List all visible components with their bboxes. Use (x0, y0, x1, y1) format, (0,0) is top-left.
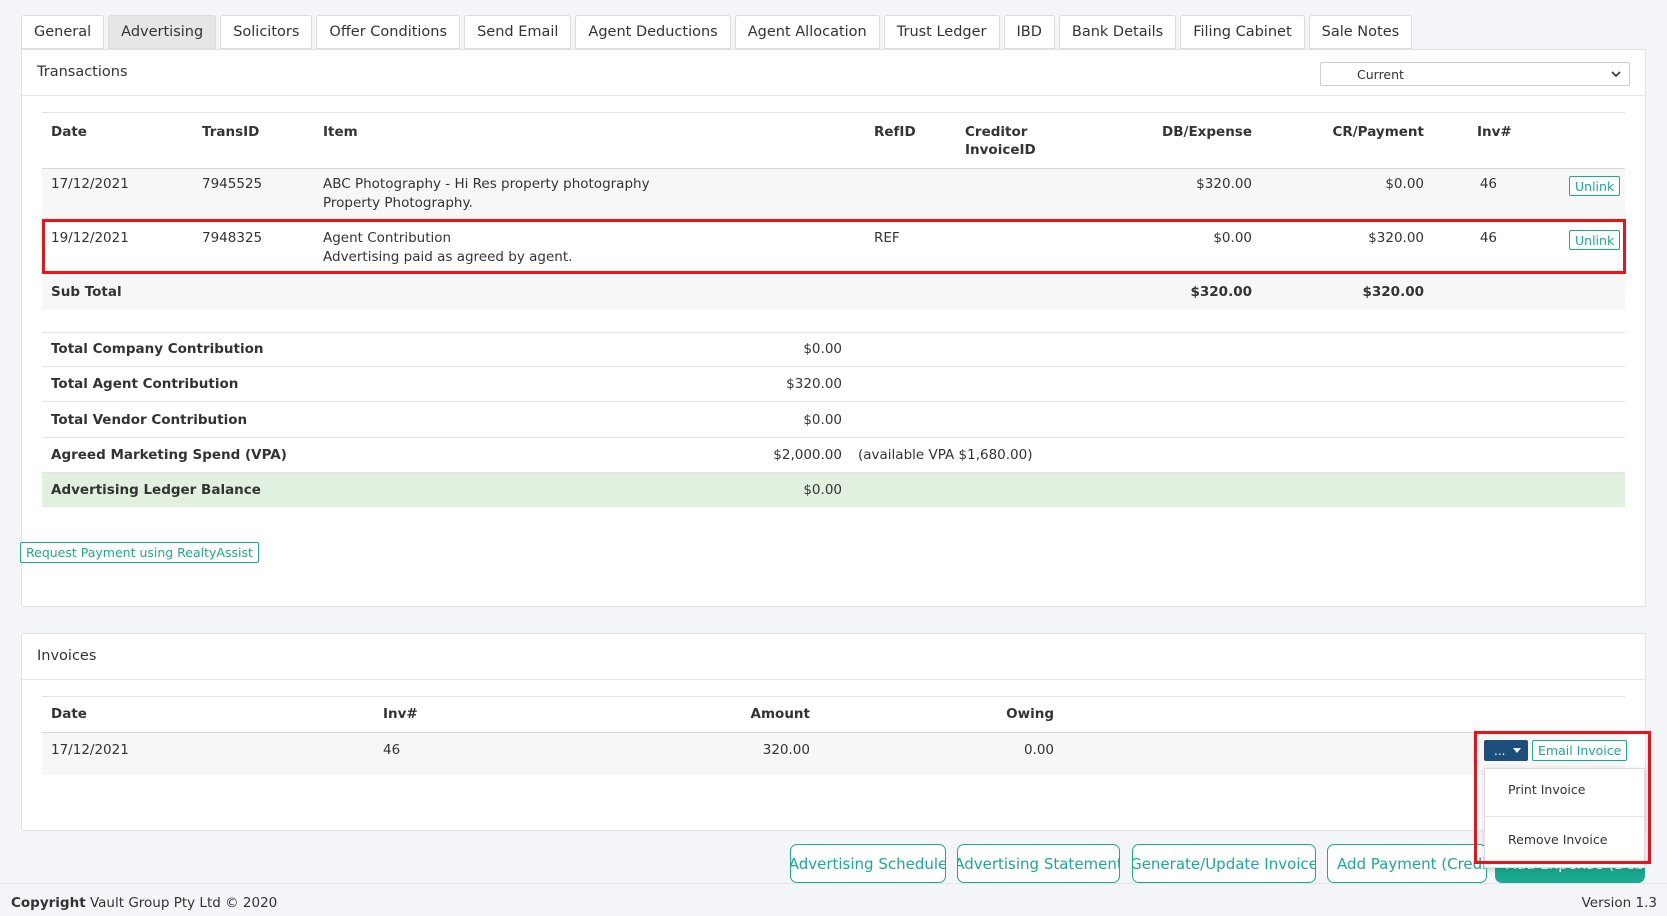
row-transid: 7945525 (202, 176, 263, 192)
tab-trust-ledger[interactable]: Trust Ledger (883, 15, 1000, 49)
summary-label: Total Vendor Contribution (51, 412, 248, 428)
summary-value: $320.00 (786, 376, 842, 392)
tab-sale-notes[interactable]: Sale Notes (1308, 15, 1413, 49)
generate-update-invoice-button[interactable]: Generate/Update Invoice (1132, 844, 1316, 883)
row-inv: 46 (1479, 176, 1497, 192)
tab-filing-cabinet[interactable]: Filing Cabinet (1180, 15, 1305, 49)
summary-label: Total Company Contribution (51, 341, 264, 357)
tab-bank-details[interactable]: Bank Details (1058, 15, 1177, 49)
invoice-amount: 320.00 (762, 742, 810, 758)
transaction-filter-select[interactable]: Current (1320, 62, 1630, 86)
invoices-title: Invoices (37, 648, 97, 664)
advertising-schedule-button[interactable]: Advertising Schedule (790, 844, 946, 883)
footer-copyright: Copyright Vault Group Pty Ltd © 2020 (11, 895, 277, 911)
tab-agent-deductions[interactable]: Agent Deductions (575, 15, 731, 49)
summary-value: $2,000.00 (773, 447, 842, 463)
subtotal-label: Sub Total (51, 284, 122, 300)
invoice-date: 17/12/2021 (51, 742, 129, 758)
col-inv: Inv# (1477, 124, 1512, 140)
highlight-box (42, 219, 1626, 274)
col-amount: Amount (750, 706, 810, 722)
transactions-panel: Transactions Current Date TransID Item R… (21, 49, 1646, 607)
table-row (42, 733, 1625, 775)
copyright-label: Copyright (11, 895, 86, 911)
transactions-header: Transactions Current (22, 50, 1645, 96)
copyright-text: Vault Group Pty Ltd © 2020 (89, 895, 278, 911)
col-owing: Owing (1006, 706, 1054, 722)
tab-agent-allocation[interactable]: Agent Allocation (734, 15, 880, 49)
subtotal-cr: $320.00 (1362, 284, 1425, 300)
summary-value: $0.00 (803, 482, 842, 498)
summary-label: Total Agent Contribution (51, 376, 239, 392)
row-item-desc: Property Photography. (323, 195, 473, 211)
highlight-box (1474, 731, 1651, 864)
invoices-header: Invoices (22, 634, 1645, 680)
add-payment-button[interactable]: Add Payment (Credit) (1327, 844, 1487, 883)
tab-offer-conditions[interactable]: Offer Conditions (316, 15, 461, 49)
tab-bar: General Advertising Solicitors Offer Con… (21, 15, 1413, 49)
summary-value: $0.00 (803, 341, 842, 357)
row-cr: $0.00 (1385, 176, 1424, 192)
col-refid: RefID (874, 124, 916, 140)
col-inv: Inv# (383, 706, 418, 722)
transactions-title: Transactions (37, 64, 128, 80)
footer-divider (0, 883, 1667, 884)
row-db: $320.00 (1196, 176, 1252, 192)
col-date: Date (51, 706, 87, 722)
col-item: Item (323, 124, 358, 140)
tab-general[interactable]: General (21, 15, 105, 49)
row-date: 17/12/2021 (51, 176, 129, 192)
unlink-button[interactable]: Unlink (1569, 176, 1621, 196)
col-cr-payment: CR/Payment (1332, 124, 1424, 140)
invoices-panel: Invoices Date Inv# Amount Owing 17/12/20… (21, 633, 1646, 831)
invoice-number: 46 (383, 742, 401, 758)
subtotal-db: $320.00 (1190, 284, 1253, 300)
summary-note: (available VPA $1,680.00) (858, 447, 1033, 463)
summary-value: $0.00 (803, 412, 842, 428)
tab-advertising[interactable]: Advertising (108, 15, 217, 49)
transaction-filter-value: Current (1357, 66, 1404, 82)
footer-version: Version 1.3 (1581, 895, 1657, 911)
col-transid: TransID (202, 124, 260, 140)
summary-label: Agreed Marketing Spend (VPA) (51, 447, 287, 463)
col-db-expense: DB/Expense (1162, 124, 1252, 140)
col-creditor: Creditor (965, 124, 1028, 140)
advertising-statement-button[interactable]: Advertising Statement (957, 844, 1120, 883)
summary-label: Advertising Ledger Balance (51, 482, 261, 498)
col-date: Date (51, 124, 87, 140)
chevron-down-icon (1611, 71, 1621, 78)
tab-send-email[interactable]: Send Email (464, 15, 572, 49)
tab-ibd[interactable]: IBD (1003, 15, 1055, 49)
tab-solicitors[interactable]: Solicitors (220, 15, 313, 49)
invoice-owing: 0.00 (1023, 742, 1054, 758)
request-payment-button[interactable]: Request Payment using RealtyAssist (20, 542, 259, 563)
col-creditor-invoiceid: InvoiceID (965, 142, 1036, 158)
row-item-title: ABC Photography - Hi Res property photog… (323, 176, 650, 192)
